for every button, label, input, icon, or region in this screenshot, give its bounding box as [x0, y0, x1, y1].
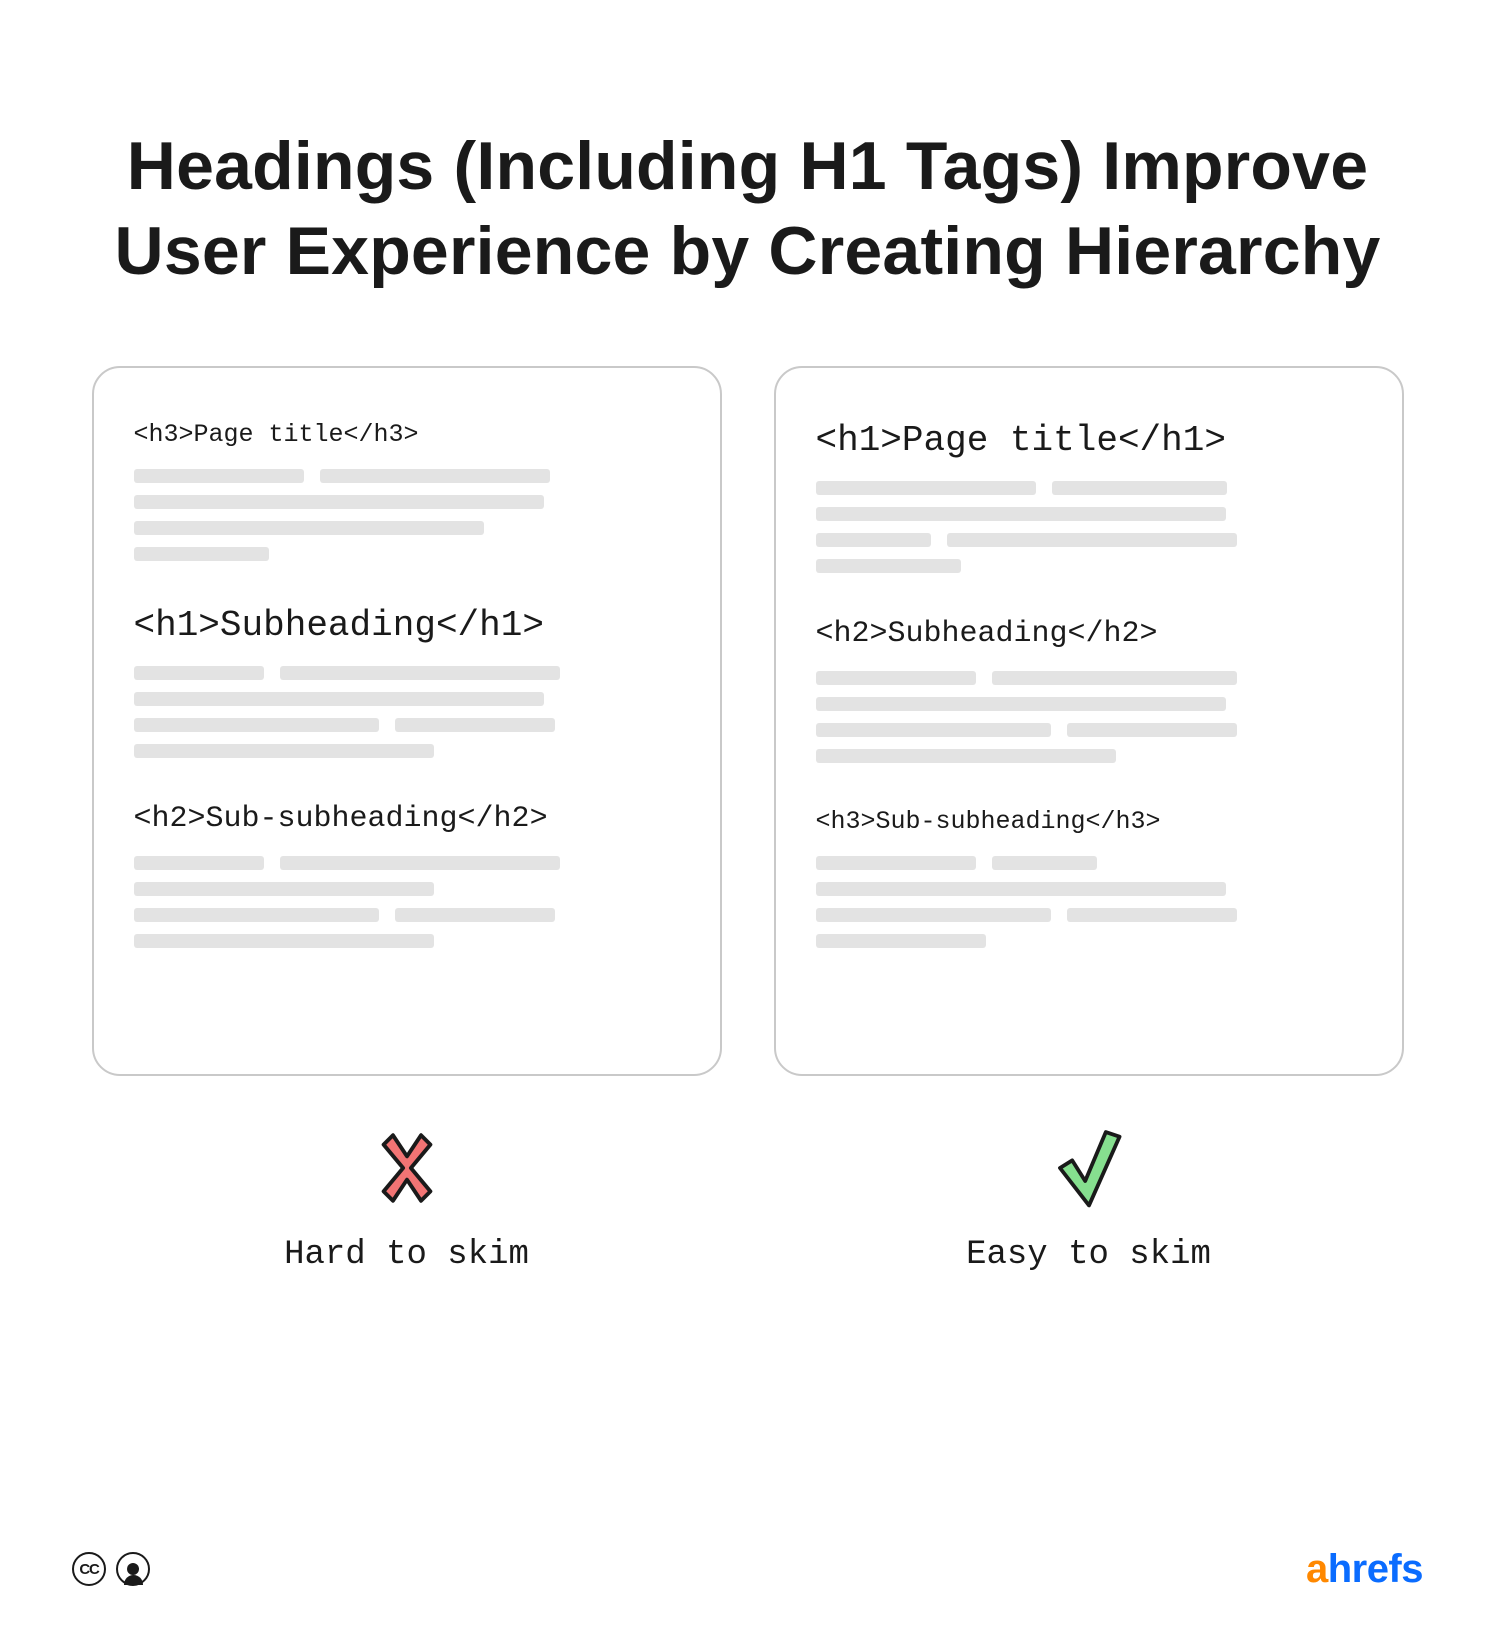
text-bars — [134, 469, 680, 561]
check-icon — [1047, 1126, 1131, 1210]
footer: CC ahrefs — [72, 1547, 1423, 1592]
verdict-left: Hard to skim — [92, 1126, 722, 1274]
cc-icon: CC — [72, 1552, 106, 1586]
verdict-row: Hard to skim Easy to skim — [0, 1126, 1495, 1274]
heading-code: <h3>Page title</h3> — [134, 420, 680, 449]
heading-code: <h3>Sub-subheading</h3> — [816, 807, 1362, 836]
heading-code: <h2>Sub-subheading</h2> — [134, 802, 680, 836]
brand-first: a — [1306, 1547, 1328, 1591]
verdict-left-label: Hard to skim — [284, 1236, 529, 1274]
heading-code: <h1>Subheading</h1> — [134, 605, 680, 646]
content-block: <h1>Page title</h1> — [816, 420, 1362, 573]
license-badges: CC — [72, 1552, 150, 1586]
main-title: Headings (Including H1 Tags) Improve Use… — [0, 46, 1495, 294]
brand-rest: hrefs — [1328, 1547, 1423, 1591]
content-block: <h3>Sub-subheading</h3> — [816, 807, 1362, 948]
comparison-row: <h3>Page title</h3> <h1>Subheading</h1> <h… — [0, 366, 1495, 1076]
content-block: <h1>Subheading</h1> — [134, 605, 680, 758]
text-bars — [134, 666, 680, 758]
by-icon — [116, 1552, 150, 1586]
heading-code: <h1>Page title</h1> — [816, 420, 1362, 461]
brand-logo: ahrefs — [1306, 1547, 1423, 1592]
panel-easy-to-skim: <h1>Page title</h1> <h2>Subheading</h2> <h… — [774, 366, 1404, 1076]
content-block: <h3>Page title</h3> — [134, 420, 680, 561]
text-bars — [816, 481, 1362, 573]
text-bars — [134, 856, 680, 948]
text-bars — [816, 671, 1362, 763]
cross-icon — [365, 1126, 449, 1210]
content-block: <h2>Subheading</h2> — [816, 617, 1362, 763]
heading-code: <h2>Subheading</h2> — [816, 617, 1362, 651]
verdict-right: Easy to skim — [774, 1126, 1404, 1274]
panel-hard-to-skim: <h3>Page title</h3> <h1>Subheading</h1> <h… — [92, 366, 722, 1076]
content-block: <h2>Sub-subheading</h2> — [134, 802, 680, 948]
verdict-right-label: Easy to skim — [966, 1236, 1211, 1274]
text-bars — [816, 856, 1362, 948]
